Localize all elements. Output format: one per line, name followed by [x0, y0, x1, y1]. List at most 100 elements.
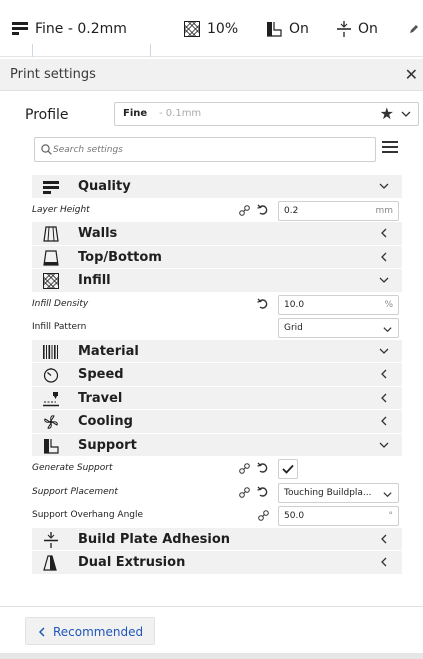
divider	[32, 44, 33, 57]
print-settings-panel: Print settings ✕ Profile Fine - 0.1mm ★ …	[0, 57, 423, 659]
category-label: Travel	[78, 390, 123, 406]
menu-line	[382, 151, 398, 153]
category-label: Dual Extrusion	[78, 555, 186, 570]
setting-label: Infill Density	[32, 298, 89, 309]
chevron-down-icon	[379, 442, 389, 448]
travel-icon	[43, 391, 59, 406]
category-support[interactable]: Support	[32, 433, 402, 457]
category-dual-extrusion[interactable]: Dual Extrusion	[32, 551, 402, 575]
link-icon	[239, 486, 250, 498]
category-walls[interactable]: Walls	[32, 222, 402, 246]
reset-icon[interactable]	[257, 204, 269, 216]
category-cooling[interactable]: Cooling	[32, 410, 402, 434]
setting-infill-pattern: Infill Pattern Grid	[32, 316, 402, 340]
setting-label: Layer Height	[32, 204, 90, 215]
support-icon	[44, 438, 59, 454]
category-label: Build Plate Adhesion	[78, 531, 231, 547]
panel-header: Print settings ✕	[0, 59, 423, 91]
category-label: Material	[78, 343, 139, 359]
recommended-button[interactable]: Recommended	[25, 617, 155, 645]
setting-infill-density: Infill Density 10.0 %	[32, 292, 402, 316]
search-input[interactable]	[53, 141, 363, 159]
category-quality[interactable]: Quality	[32, 175, 402, 199]
category-top-bottom[interactable]: Top/Bottom	[32, 245, 402, 269]
chevron-left-icon	[381, 416, 387, 426]
checkmark-icon	[282, 464, 294, 474]
adhesion-summary[interactable]: On	[337, 18, 378, 40]
category-build-plate-adhesion[interactable]: Build Plate Adhesion	[32, 527, 402, 551]
star-icon[interactable]: ★	[380, 104, 394, 123]
chevron-left-icon	[38, 627, 45, 637]
support-summary[interactable]: On	[266, 18, 309, 40]
field-value: Touching Buildpla...	[284, 487, 372, 498]
recommended-label: Recommended	[53, 625, 144, 639]
chevron-left-icon	[381, 534, 387, 543]
reset-icon[interactable]	[257, 462, 269, 474]
category-infill[interactable]: Infill	[32, 269, 402, 293]
walls-icon	[43, 226, 59, 242]
support-placement-select[interactable]: Touching Buildpla...	[278, 482, 399, 503]
field-unit: %	[384, 299, 393, 310]
infill-density-input[interactable]: 10.0 %	[278, 294, 399, 315]
profile-summary[interactable]: Fine - 0.2mm	[12, 18, 127, 40]
field-unit: mm	[375, 205, 393, 216]
search-box[interactable]	[34, 137, 376, 162]
category-travel[interactable]: Travel	[32, 386, 402, 410]
infill-summary[interactable]: 10%	[184, 18, 238, 40]
infill-summary-value: 10%	[207, 21, 239, 37]
field-unit: °	[388, 511, 394, 521]
divider	[0, 606, 423, 607]
chevron-down-icon	[379, 348, 389, 354]
overhang-angle-input[interactable]: 50.0 °	[278, 506, 399, 526]
chevron-left-icon	[381, 252, 387, 261]
field-value: 10.0	[284, 299, 305, 310]
reset-icon[interactable]	[257, 486, 269, 498]
setting-support-overhang-angle: Support Overhang Angle 50.0 °	[32, 504, 402, 528]
chevron-left-icon	[381, 393, 387, 402]
category-label: Support	[78, 437, 137, 453]
category-label: Infill	[78, 273, 111, 288]
speed-icon	[43, 368, 59, 383]
top-bottom-icon	[43, 249, 59, 266]
field-value: Grid	[284, 323, 303, 333]
profile-summary-label: Fine - 0.2mm	[35, 21, 127, 37]
setting-label: Generate Support	[32, 463, 113, 473]
category-speed[interactable]: Speed	[32, 363, 402, 387]
reset-icon[interactable]	[257, 298, 269, 310]
support-summary-value: On	[289, 21, 309, 37]
setting-support-placement: Support Placement Touching Buildpla...	[32, 480, 402, 504]
chevron-down-icon	[401, 111, 411, 117]
material-icon	[43, 344, 58, 359]
edit-settings-icon-wrap[interactable]	[409, 18, 423, 40]
infill-icon	[42, 273, 60, 289]
support-icon	[267, 22, 282, 37]
chevron-down-icon	[383, 491, 392, 497]
settings-list: Quality Layer Height 0.2 mm Walls Top/Bo…	[32, 175, 402, 575]
profile-selector[interactable]: Fine - 0.1mm ★	[114, 102, 419, 126]
pencil-icon	[410, 25, 418, 33]
menu-line	[382, 146, 398, 148]
generate-support-checkbox[interactable]	[278, 459, 298, 479]
category-label: Cooling	[78, 414, 133, 429]
dual-extrusion-icon	[43, 555, 57, 571]
chevron-left-icon	[381, 369, 387, 379]
field-value: 0.2	[284, 205, 299, 216]
category-label: Speed	[78, 367, 124, 382]
category-material[interactable]: Material	[32, 339, 402, 363]
print-setup-summary-bar[interactable]: Fine - 0.2mm 10% On On	[0, 0, 423, 57]
panel-title: Print settings	[10, 67, 96, 82]
link-icon	[239, 463, 250, 474]
category-label: Top/Bottom	[78, 249, 162, 265]
quality-icon	[43, 181, 59, 194]
setting-label: Support Overhang Angle	[32, 510, 144, 520]
infill-pattern-select[interactable]: Grid	[278, 318, 399, 338]
setting-label: Infill Pattern	[32, 322, 87, 332]
fan-icon	[44, 415, 58, 429]
layer-height-input[interactable]: 0.2 mm	[278, 200, 399, 221]
close-icon[interactable]: ✕	[405, 65, 418, 84]
chevron-left-icon	[381, 557, 387, 567]
chevron-down-icon	[383, 327, 392, 333]
settings-visibility-menu-button[interactable]	[382, 141, 398, 155]
setting-layer-height: Layer Height 0.2 mm	[32, 198, 402, 222]
adhesion-summary-value: On	[358, 21, 378, 37]
